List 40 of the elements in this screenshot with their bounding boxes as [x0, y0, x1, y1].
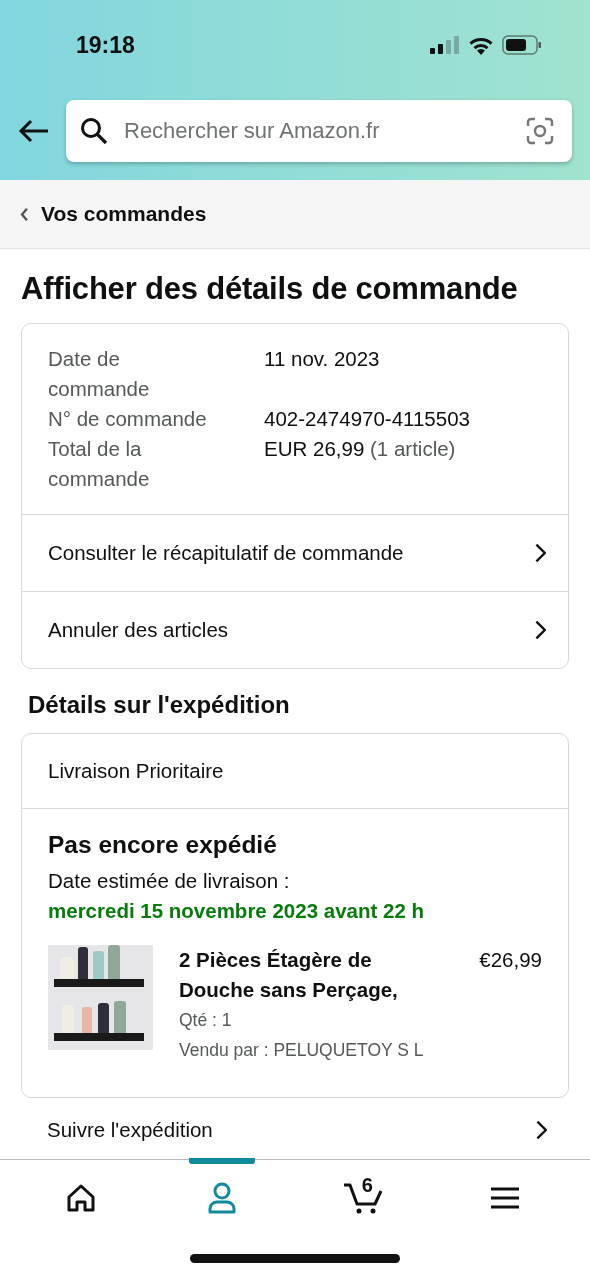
order-action-link[interactable]: Annuler des articles: [22, 591, 568, 668]
field-value: 402-2474970-4115503: [264, 406, 471, 432]
field-label: N° de commande: [48, 406, 208, 432]
shipment-status: Pas encore expédié: [48, 831, 278, 859]
person-icon: [207, 1182, 238, 1214]
wifi-icon: [468, 35, 494, 55]
shipping-method: Livraison Prioritaire: [22, 734, 568, 809]
cart-count: 6: [361, 1174, 373, 1197]
field-label: Date de commande: [48, 346, 151, 402]
breadcrumb-link[interactable]: Vos commandes: [41, 202, 207, 226]
order-action-link[interactable]: Consulter le récapitulatif de commande: [22, 514, 568, 591]
field-value: 11 nov. 2023: [264, 346, 381, 372]
delivery-estimate-label: Date estimée de livraison :: [48, 869, 291, 893]
chevron-right-icon: [534, 620, 546, 640]
search-icon: [80, 117, 108, 145]
field-value: EUR 26,99: [264, 437, 365, 460]
product-price: €26,99: [479, 947, 542, 973]
back-arrow-icon[interactable]: [18, 119, 50, 143]
section-title: Détails sur l'expédition: [28, 691, 291, 719]
item-count: (1 article): [368, 437, 456, 460]
page-title: Afficher des détails de commande: [21, 271, 519, 307]
seller-text: Vendu par : PELUQUETOY S L: [179, 1039, 425, 1062]
search-bar[interactable]: Rechercher sur Amazon.fr: [66, 100, 572, 162]
chevron-right-icon: [534, 543, 546, 563]
chevron-right-icon: [535, 1120, 547, 1140]
battery-icon: [502, 35, 542, 55]
camera-scan-icon[interactable]: [526, 117, 554, 145]
track-shipment-link[interactable]: Suivre l'expédition: [21, 1098, 569, 1142]
cart-tab[interactable]: 6: [293, 1160, 435, 1236]
search-field[interactable]: Rechercher sur Amazon.fr: [122, 117, 512, 145]
menu-icon: [490, 1186, 521, 1210]
home-icon: [65, 1184, 96, 1212]
chevron-left-icon: [20, 207, 29, 221]
signal-icon: [430, 36, 460, 54]
product-title[interactable]: 2 Pièces Étagère de Douche sans Perçage,: [179, 945, 419, 1005]
quantity-text: Qté : 1: [179, 1009, 233, 1032]
active-indicator: [189, 1158, 256, 1164]
delivery-date: mercredi 15 novembre 2023 avant 22 h: [48, 899, 426, 923]
status-time: 19:18: [76, 31, 136, 59]
field-label: Total de la commande: [48, 436, 151, 492]
